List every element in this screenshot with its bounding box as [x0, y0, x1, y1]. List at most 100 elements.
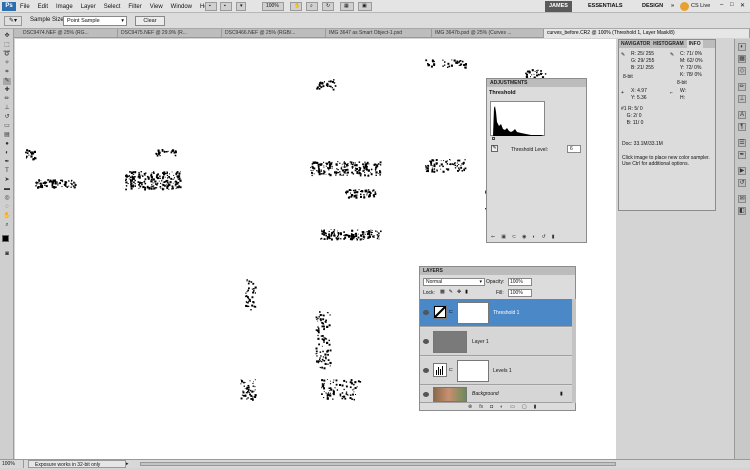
paths-panel-icon[interactable]: ✒ [738, 151, 746, 159]
dodge-tool-icon[interactable]: ◐ [3, 150, 11, 157]
tab-dsc9466[interactable]: DSC9466.NEF @ 25% (RGB/... [222, 29, 326, 38]
new-adjustment-icon[interactable]: ◐ [500, 404, 503, 411]
cs-live-button[interactable]: CS Live [691, 3, 710, 9]
color-panel-icon[interactable]: ◐ [738, 43, 746, 51]
layer-style-icon[interactable]: fx [479, 404, 483, 411]
return-icon[interactable]: ⇐ [491, 234, 495, 241]
status-zoom[interactable]: 100% [2, 460, 24, 468]
tab-img3647b[interactable]: IMG 3647b.psd @ 25% (Curves ... [432, 29, 544, 38]
visibility-eye-icon[interactable] [423, 368, 429, 373]
new-group-icon[interactable]: ▭ [510, 404, 515, 411]
tab-navigator[interactable]: NAVIGATOR [621, 40, 650, 48]
arrange-documents-button[interactable]: ▦ [340, 2, 354, 11]
adjustments-tab[interactable]: ADJUSTMENTS [487, 79, 586, 87]
eraser-tool-icon[interactable]: ▭ [3, 123, 11, 130]
character-panel-icon[interactable]: A [738, 111, 746, 119]
rotate-view-button[interactable]: ↻ [322, 2, 334, 11]
sample-size-select[interactable]: Point Sample ▾ [63, 16, 127, 26]
menu-file[interactable]: File [20, 4, 30, 10]
layers-scrollbar[interactable] [572, 299, 576, 403]
layer-row-background[interactable]: Background ▮ [420, 386, 572, 403]
shape-tool-icon[interactable]: ▬ [3, 186, 11, 193]
clone-stamp-tool-icon[interactable]: ⊥ [3, 105, 11, 112]
horizontal-scrollbar[interactable] [140, 462, 616, 466]
foreground-color-swatch[interactable] [2, 235, 9, 242]
menu-filter[interactable]: Filter [128, 4, 141, 10]
clip-icon[interactable]: ⊂ [512, 234, 516, 241]
workspace-design[interactable]: DESIGN [638, 1, 667, 12]
minimize-button[interactable]: – [720, 2, 723, 8]
swatches-panel-icon[interactable]: ▦ [738, 55, 746, 63]
close-button[interactable]: ✕ [740, 2, 745, 9]
visibility-eye-icon[interactable] [423, 339, 429, 344]
tab-histogram[interactable]: HISTOGRAM [653, 40, 683, 48]
menu-select[interactable]: Select [104, 4, 121, 10]
tab-dsc9475[interactable]: DSC9475.NEF @ 29.9% (R... [118, 29, 222, 38]
channels-panel-icon[interactable]: ☰ [738, 139, 746, 147]
threshold-level-input[interactable]: 6 [567, 145, 581, 153]
workspace-essentials[interactable]: ESSENTIALS [584, 1, 627, 12]
eyedropper-tool-icon[interactable]: ✎ [3, 78, 11, 85]
menu-image[interactable]: Image [56, 4, 73, 10]
threshold-slider-handle[interactable] [492, 137, 495, 140]
hand-tool-button[interactable]: ✋ [290, 2, 302, 11]
trash-icon[interactable]: ▮ [552, 234, 555, 241]
screen-mode-button[interactable]: ▣ [358, 2, 372, 11]
hand-tool-icon[interactable]: ✋ [3, 213, 11, 220]
visibility-eye-icon[interactable] [423, 310, 429, 315]
menu-window[interactable]: Window [171, 4, 192, 10]
layer-row-threshold[interactable]: ⊏ Threshold 1 [420, 299, 572, 327]
new-layer-icon[interactable]: ▢ [522, 404, 527, 411]
3d-orbit-tool-icon[interactable]: ◌ [3, 204, 11, 211]
layer-row-layer1[interactable]: Layer 1 [420, 328, 572, 356]
tab-dsc9474[interactable]: DSC9474.NEF @ 25% (RG... [20, 29, 118, 38]
crop-tool-icon[interactable]: ⌗ [3, 69, 11, 76]
reset-icon[interactable]: ↺ [542, 234, 546, 241]
blend-mode-select[interactable]: Normal ▾ [423, 278, 485, 286]
trash-icon[interactable]: ▮ [534, 404, 537, 411]
brush-panel-icon[interactable]: ✏ [738, 83, 746, 91]
path-selection-tool-icon[interactable]: ➤ [3, 177, 11, 184]
visibility-icon[interactable]: ◉ [522, 234, 526, 241]
zoom-tool-icon[interactable]: ⌕ [3, 222, 11, 229]
actions-panel-icon[interactable]: ▶ [738, 167, 746, 175]
clear-button[interactable]: Clear [135, 16, 165, 26]
tool-preset-picker[interactable]: ✎▾ [4, 16, 22, 26]
link-layers-icon[interactable]: ⊗ [468, 404, 472, 411]
styles-panel-icon[interactable]: ◇ [738, 67, 746, 75]
layer-row-levels[interactable]: ⊏ Levels 1 [420, 357, 572, 385]
marquee-tool-icon[interactable]: ⬚ [3, 42, 11, 49]
zoom-tool-button[interactable]: ⌕ [306, 2, 318, 11]
lock-all-icon[interactable]: ▮ [465, 289, 468, 295]
status-arrow-icon[interactable]: ▸ [126, 460, 129, 468]
gradient-tool-icon[interactable]: ▤ [3, 132, 11, 139]
opacity-input[interactable]: 100% [508, 278, 532, 286]
eyedropper-sample-icon[interactable]: ✎ [491, 145, 498, 152]
tab-info[interactable]: INFO [686, 40, 703, 48]
lock-position-icon[interactable]: ✥ [457, 289, 461, 295]
notes-panel-icon[interactable]: ✉ [738, 195, 746, 203]
type-tool-icon[interactable]: T [3, 168, 11, 175]
fill-input[interactable]: 100% [508, 289, 532, 297]
bridge-button[interactable]: ▪ [205, 2, 217, 11]
history-panel-icon[interactable]: ↺ [738, 179, 746, 187]
3d-rotate-tool-icon[interactable]: ◎ [3, 195, 11, 202]
extras-button[interactable]: ▾ [236, 2, 246, 11]
history-brush-tool-icon[interactable]: ↺ [3, 114, 11, 121]
menu-view[interactable]: View [150, 4, 163, 10]
paragraph-panel-icon[interactable]: ¶ [738, 123, 746, 131]
quick-select-tool-icon[interactable]: ✧ [3, 60, 11, 67]
pen-tool-icon[interactable]: ✒ [3, 159, 11, 166]
layer-mask-thumbnail[interactable] [457, 302, 489, 324]
masks-panel-icon[interactable]: ◧ [738, 207, 746, 215]
tab-img3647-smart[interactable]: IMG 3647 as Smart Object-1.psd [326, 29, 432, 38]
menu-edit[interactable]: Edit [38, 4, 48, 10]
brush-tool-icon[interactable]: ✏ [3, 96, 11, 103]
zoom-level-dropdown[interactable]: 100% [262, 2, 284, 11]
tab-curves-before[interactable]: curves_before.CR2 @ 100% (Threshold 1, L… [544, 29, 750, 38]
minibridge-button[interactable]: ▪ [220, 2, 232, 11]
expand-icon[interactable]: ▣ [501, 234, 506, 241]
lasso-tool-icon[interactable]: ➰ [3, 51, 11, 58]
blur-tool-icon[interactable]: ● [3, 141, 11, 148]
maximize-button[interactable]: □ [730, 2, 734, 8]
